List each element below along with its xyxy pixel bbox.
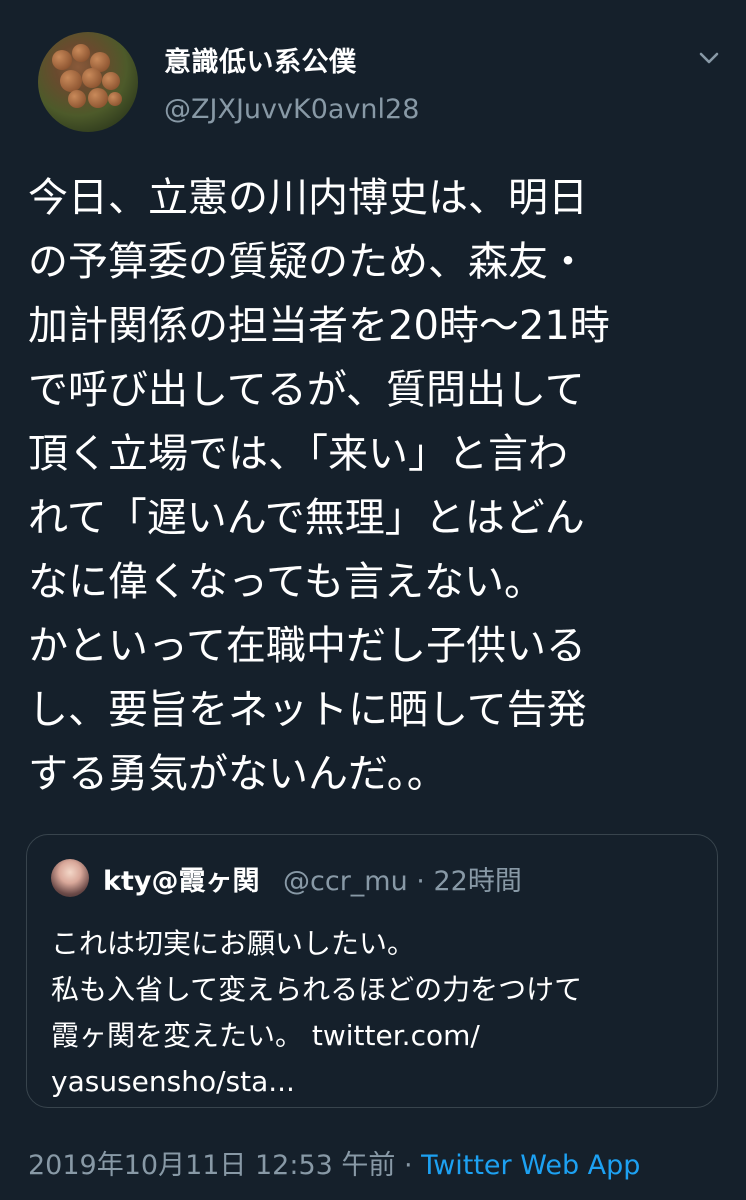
footer-separator: · [395, 1150, 422, 1181]
tweet-timestamp[interactable]: 2019年10月11日 12:53 午前 [28, 1150, 395, 1181]
tweet-text: 今日、立憲の川内博史は、明日 の予算委の質疑のため、森友・ 加計関係の担当者を2… [28, 175, 610, 797]
quoted-tweet-time: 22時間 [433, 866, 522, 897]
chevron-down-icon[interactable] [694, 46, 724, 70]
quoted-author-handle: @ccr_mu [283, 866, 408, 897]
quoted-tweet[interactable]: kty@霞ヶ関 @ccr_mu · 22時間 これは切実にお願いしたい。 私も入… [26, 834, 718, 1108]
author-handle[interactable]: @ZJXJuvvK0avnl28 [164, 94, 419, 125]
quoted-author-meta: @ccr_mu · 22時間 [283, 859, 522, 898]
tweet: 意識低い系公僕 @ZJXJuvvK0avnl28 今日、立憲の川内博史は、明日 … [0, 0, 746, 1200]
author-display-name[interactable]: 意識低い系公僕 [164, 40, 357, 79]
tweet-footer: 2019年10月11日 12:53 午前 · Twitter Web App [28, 1143, 640, 1182]
quoted-author-avatar [51, 859, 89, 897]
quoted-author-name: kty@霞ヶ関 [103, 866, 260, 897]
author-avatar[interactable] [38, 32, 138, 132]
tweet-source-link[interactable]: Twitter Web App [421, 1150, 640, 1181]
quoted-tweet-text: これは切実にお願いしたい。 私も入省して変えられるほどの力をつけて 霞ヶ関を変え… [51, 927, 583, 1098]
meta-separator: · [407, 866, 434, 897]
